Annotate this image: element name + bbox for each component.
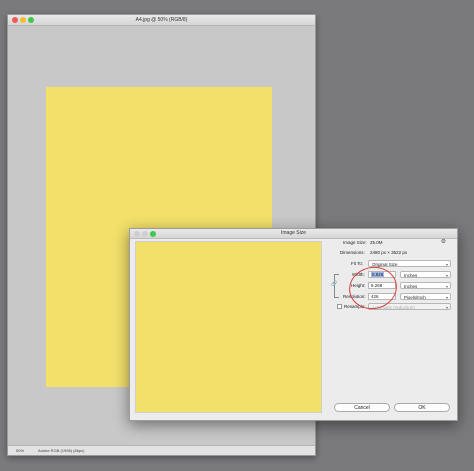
resolution-unit: Pixels/Inch bbox=[404, 295, 426, 300]
width-unit-select[interactable]: Inches ▾ bbox=[400, 271, 451, 278]
color-profile: Adobe RGB (1998) (8bpc) bbox=[38, 448, 85, 453]
chevron-down-icon: ▾ bbox=[445, 284, 448, 289]
image-size-value: 25.0M bbox=[370, 240, 383, 245]
resample-checkbox[interactable] bbox=[337, 304, 342, 309]
fit-to-label: Fit To: bbox=[351, 261, 364, 266]
dimensions-value: 2480 px × 3522 px bbox=[370, 250, 408, 255]
gear-icon[interactable]: ⚙ bbox=[440, 239, 447, 246]
document-titlebar[interactable]: A4.jpg @ 50% (RGB/8) bbox=[8, 15, 315, 26]
image-size-label: Image Size: bbox=[343, 240, 367, 245]
zoom-level[interactable]: 50% bbox=[16, 446, 24, 455]
dialog-title: Image Size bbox=[280, 230, 306, 236]
chevron-down-icon: ▾ bbox=[445, 295, 448, 300]
width-unit: Inches bbox=[404, 273, 418, 278]
chevron-down-icon: ▾ bbox=[445, 262, 448, 267]
status-bar: 50% Adobe RGB (1998) (8bpc) bbox=[8, 445, 315, 455]
document-title: A4.jpg @ 50% (RGB/8) bbox=[135, 17, 188, 23]
cancel-button[interactable]: Cancel bbox=[334, 403, 390, 412]
height-unit: Inches bbox=[404, 284, 418, 289]
chevron-down-icon: ▾ bbox=[445, 273, 448, 278]
resolution-unit-select[interactable]: Pixels/Inch ▾ bbox=[400, 293, 451, 300]
ok-button[interactable]: OK bbox=[394, 403, 450, 412]
dialog-titlebar[interactable]: Image Size bbox=[130, 229, 457, 239]
dimensions-label: Dimensions: bbox=[340, 250, 365, 255]
chain-link-icon[interactable]: 🔗 bbox=[331, 281, 337, 287]
image-size-dialog: Image Size Image Size: 25.0M ⚙ Dimension… bbox=[129, 228, 458, 421]
fit-to-select[interactable]: Original Size ▾ bbox=[368, 260, 451, 267]
image-preview[interactable] bbox=[135, 241, 322, 413]
chevron-down-icon: ▾ bbox=[445, 305, 448, 310]
height-unit-select[interactable]: Inches ▾ bbox=[400, 282, 451, 289]
